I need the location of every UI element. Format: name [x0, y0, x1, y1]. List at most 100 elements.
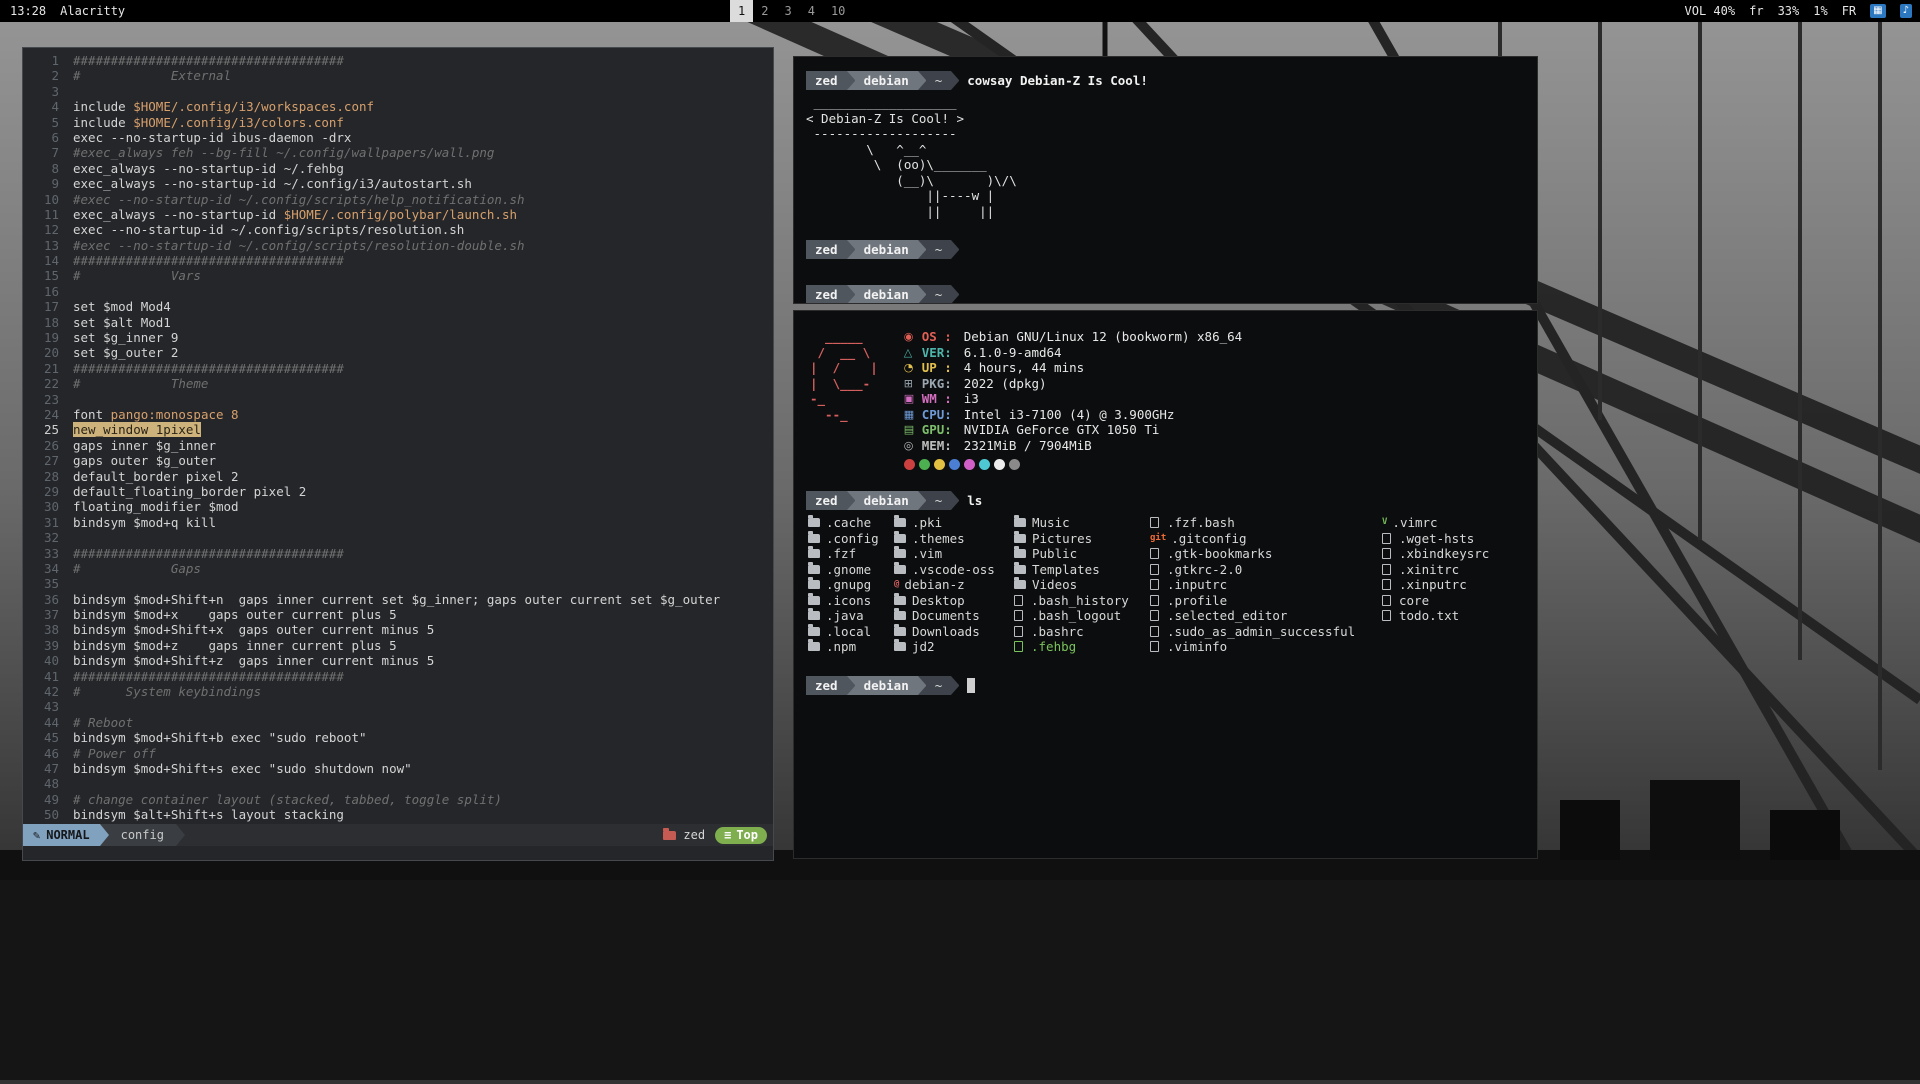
file-icon — [1382, 579, 1391, 590]
code-segment: set $g_outer 2 — [73, 345, 178, 360]
workspace-button-2[interactable]: 2 — [753, 0, 776, 22]
line-text: exec --no-startup-id ibus-daemon -drx — [73, 130, 351, 145]
code-segment: bindsym $alt+Shift+s layout stacking — [73, 807, 344, 822]
volume-module[interactable]: VOL 40% — [1685, 4, 1736, 18]
editor-line: 25new_window 1pixel — [29, 422, 769, 437]
entry-name: .vimrc — [1392, 515, 1437, 531]
editor-line: 6exec --no-startup-id ibus-daemon -drx — [29, 130, 769, 145]
workspace-button-1[interactable]: 1 — [730, 0, 753, 22]
code-segment: font — [73, 407, 111, 422]
code-segment: # Power off — [73, 746, 156, 761]
terminal-window-top[interactable]: zeddebian~cowsay Debian-Z Is Cool! _____… — [793, 56, 1538, 304]
editor-line: 12exec --no-startup-id ~/.config/scripts… — [29, 222, 769, 237]
workspace-button-4[interactable]: 4 — [800, 0, 823, 22]
file-item: Documents — [894, 608, 1014, 624]
info-value: NVIDIA GeForce GTX 1050 Ti — [964, 422, 1160, 438]
info-icon: ▣ — [904, 391, 922, 407]
editor-line: 41#################################### — [29, 669, 769, 684]
code-segment: # Theme — [73, 376, 208, 391]
file-item: .cache — [808, 515, 894, 531]
file-item: .profile — [1150, 593, 1382, 609]
file-item: .xinputrc — [1382, 577, 1489, 593]
line-number: 4 — [29, 99, 59, 114]
powerline-separator — [847, 676, 855, 695]
file-item: .java — [808, 608, 894, 624]
file-item: .gtk-bookmarks — [1150, 546, 1382, 562]
file-item: .fzf — [808, 546, 894, 562]
line-text: # Theme — [73, 376, 208, 391]
keyboard-icon[interactable]: ▦ — [1870, 4, 1885, 18]
editor-line: 10#exec --no-startup-id ~/.config/script… — [29, 192, 769, 207]
editor-line: 42# System keybindings — [29, 684, 769, 699]
code-segment: exec_always --no-startup-id ~/.fehbg — [73, 161, 344, 176]
file-item: .bash_history — [1014, 593, 1150, 609]
directory-item: @debian-z — [894, 577, 1014, 593]
cursor-line-highlight: new_window 1pixel — [73, 422, 201, 437]
file-item: .icons — [808, 593, 894, 609]
code-segment: # Vars — [73, 268, 201, 283]
line-number: 28 — [29, 469, 59, 484]
line-number: 30 — [29, 499, 59, 514]
powerline-separator — [951, 240, 959, 259]
terminal-window-bottom[interactable]: _____ / __ \ | / | | \___- -_ --_◉OS :De… — [793, 310, 1538, 859]
prompt-user: zed — [806, 491, 847, 510]
code-segment: include — [73, 99, 133, 114]
entry-name: .java — [826, 608, 864, 624]
vim-statusline: ✎ NORMAL config zed ≡ Top — [23, 824, 773, 846]
code-segment: #################################### — [73, 253, 344, 268]
info-icon: ▦ — [904, 407, 922, 423]
line-text: set $g_inner 9 — [73, 330, 178, 345]
line-number: 19 — [29, 330, 59, 345]
line-number: 22 — [29, 376, 59, 391]
speaker-icon[interactable]: ♪ — [1900, 4, 1912, 18]
file-icon — [1014, 610, 1023, 621]
folder-icon — [894, 549, 906, 558]
editor-line: 8exec_always --no-startup-id ~/.fehbg — [29, 161, 769, 176]
code-segment: exec_always --no-startup-id ~/.config/i3… — [73, 176, 472, 191]
folder-icon — [894, 534, 906, 543]
workspace-button-10[interactable]: 10 — [823, 0, 853, 22]
file-item: .vim — [894, 546, 1014, 562]
prompt-host: debian — [855, 676, 918, 695]
blank-line — [806, 470, 1525, 485]
code-segment: default_floating_border pixel 2 — [73, 484, 306, 499]
file-item: git.gitconfig — [1150, 531, 1382, 547]
folder-icon — [1014, 580, 1026, 589]
code-segment: set $g_inner 9 — [73, 330, 178, 345]
folder-icon — [1014, 549, 1026, 558]
code-segment: #################################### — [73, 53, 344, 68]
prompt-user: zed — [806, 676, 847, 695]
code-segment: include — [73, 115, 133, 130]
line-text: #exec --no-startup-id ~/.config/scripts/… — [73, 192, 525, 207]
code-segment: #exec --no-startup-id ~/.config/scripts/… — [73, 192, 525, 207]
entry-name: .pki — [912, 515, 942, 531]
editor-line: 44# Reboot — [29, 715, 769, 730]
entry-name: .bashrc — [1031, 624, 1084, 640]
file-item: .fehbg — [1014, 639, 1150, 655]
file-icon — [1150, 579, 1159, 590]
file-icon — [1150, 548, 1159, 559]
editor-buffer[interactable]: 1####################################2# … — [23, 48, 773, 824]
code-segment: bindsym $mod+Shift+b exec "sudo reboot" — [73, 730, 367, 745]
ls-column: MusicPicturesPublicTemplatesVideos.bash_… — [1014, 515, 1150, 655]
entry-name: .icons — [826, 593, 871, 609]
code-segment: #################################### — [73, 361, 344, 376]
file-item: .bash_logout — [1014, 608, 1150, 624]
powerline-separator — [847, 285, 855, 304]
editor-window[interactable]: 1####################################2# … — [22, 47, 774, 861]
workspace-switcher[interactable]: 123410 — [730, 0, 853, 22]
entry-name: .bash_logout — [1031, 608, 1121, 624]
entry-name: .bash_history — [1031, 593, 1129, 609]
shell-prompt: zeddebian~ls — [806, 491, 1525, 510]
line-number: 41 — [29, 669, 59, 684]
editor-line: 21#################################### — [29, 361, 769, 376]
clock: 13:28 — [10, 4, 46, 18]
keyboard-layout-module[interactable]: fr — [1749, 4, 1763, 18]
editor-line: 39bindsym $mod+z gaps inner current plus… — [29, 638, 769, 653]
workspace-button-3[interactable]: 3 — [776, 0, 799, 22]
folder-icon — [894, 642, 906, 651]
line-text: new_window 1pixel — [73, 422, 201, 437]
code-segment: bindsym $mod+x gaps outer current plus 5 — [73, 607, 397, 622]
palette-dot — [949, 459, 960, 470]
line-text: # System keybindings — [73, 684, 261, 699]
